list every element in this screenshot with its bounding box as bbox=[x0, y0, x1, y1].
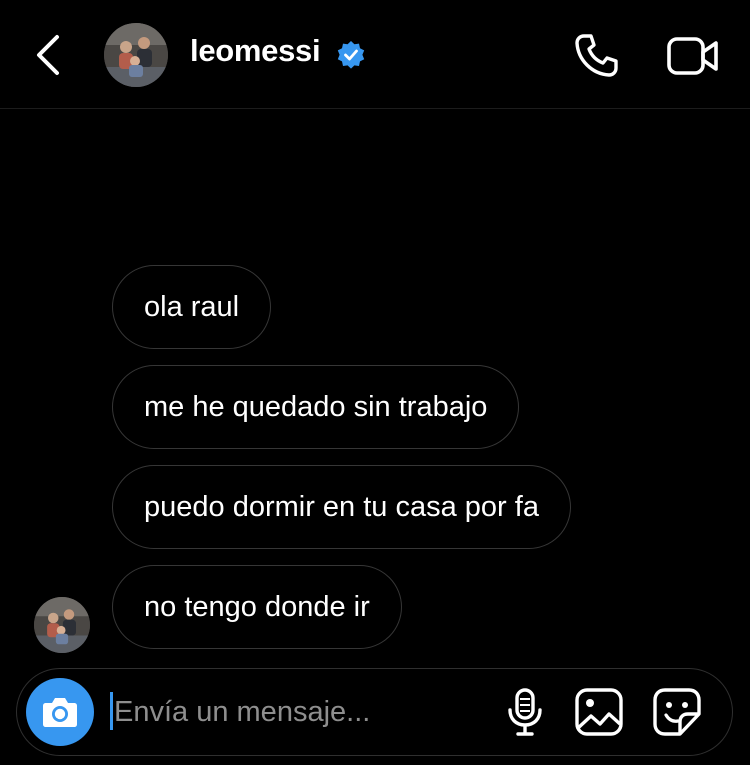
gallery-icon[interactable] bbox=[574, 686, 624, 738]
message-input[interactable] bbox=[112, 688, 484, 736]
sender-avatar[interactable] bbox=[34, 597, 90, 653]
video-camera-icon[interactable] bbox=[664, 32, 722, 80]
verified-badge-icon bbox=[337, 41, 365, 69]
message-bubble[interactable]: ola raul bbox=[112, 265, 272, 349]
chat-username[interactable]: leomessi bbox=[190, 33, 321, 69]
microphone-icon[interactable] bbox=[500, 686, 550, 738]
message-bubble[interactable]: no tengo donde ir bbox=[112, 565, 402, 649]
camera-icon bbox=[43, 698, 77, 727]
chevron-left-icon bbox=[37, 35, 59, 75]
back-button[interactable] bbox=[30, 32, 66, 78]
camera-button[interactable] bbox=[26, 678, 94, 746]
sticker-icon[interactable] bbox=[652, 686, 702, 738]
phone-icon[interactable] bbox=[570, 30, 622, 82]
message-bubble[interactable]: me he quedado sin trabajo bbox=[112, 365, 520, 449]
chat-header: leomessi bbox=[0, 0, 750, 108]
message-bubble[interactable]: puedo dormir en tu casa por fa bbox=[112, 465, 571, 549]
header-divider bbox=[0, 108, 750, 109]
profile-avatar[interactable] bbox=[104, 23, 168, 87]
